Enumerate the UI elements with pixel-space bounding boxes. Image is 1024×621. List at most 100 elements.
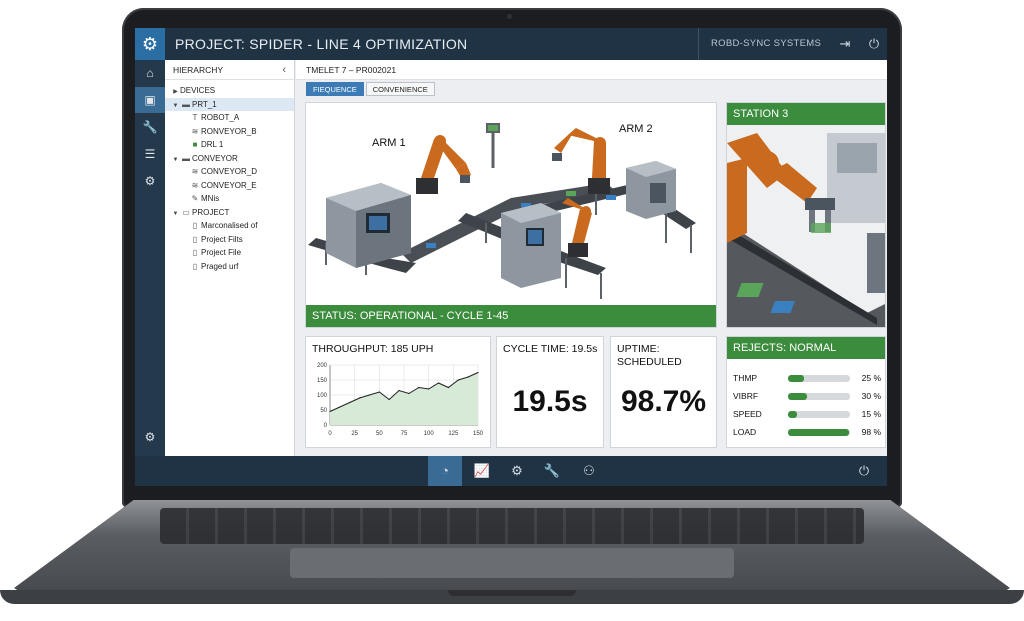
cycle-time-panel: CYCLE TIME: 19.5s 19.5s <box>496 336 604 448</box>
reject-name: VIBRF <box>733 391 759 401</box>
reject-bar <box>788 429 850 436</box>
screen: ⚙ PROJECT: SPIDER - LINE 4 OPTIMIZATION … <box>135 28 887 486</box>
reject-bar-fill <box>788 429 849 436</box>
tree-item-file[interactable]: ▯ Praged urf <box>165 260 294 274</box>
reject-value: 25 % <box>861 373 881 383</box>
team-icon[interactable]: ⚇ <box>572 456 606 486</box>
file-icon: ▯ <box>192 221 198 230</box>
tree-item-conveyor-d[interactable]: ≋ CONVEYOR_D <box>165 165 294 179</box>
tree-label: DEVICES <box>180 86 216 95</box>
reject-value: 98 % <box>861 427 881 437</box>
uptime-title-line2: SCHEDULED <box>617 356 682 368</box>
uptime-title: UPTIME: SCHEDULED <box>617 343 682 369</box>
tab-fiequence[interactable]: FIEQUENCE <box>306 82 364 96</box>
folder-icon: ▬ <box>182 99 190 109</box>
y-tick-label: 100 <box>317 393 328 399</box>
tree-label: CONVEYOR_D <box>201 167 258 176</box>
data-point <box>339 406 341 408</box>
left-icon-bar: ⌂ ▣ 🔧 ☰ ⚙ ⚙ <box>135 60 165 456</box>
reject-value: 15 % <box>861 409 881 419</box>
home-icon[interactable]: ⌂ <box>135 60 165 86</box>
data-point <box>447 386 449 389</box>
rejects-panel: REJECTS: NORMAL THMP 25 % VIBRF 30 % SPE… <box>726 336 886 448</box>
tree-item-drl1[interactable]: ■ DRL 1 <box>165 138 294 152</box>
y-tick-label: 150 <box>317 378 328 384</box>
tree-label: PRT_1 <box>192 99 217 109</box>
tree-item-mnis[interactable]: ✎ MNis <box>165 192 294 206</box>
main-area: TMELET 7 – PR002021 FIEQUENCE CONVENIENCE <box>296 60 887 456</box>
tree-item-file[interactable]: ▯ Marconalised of <box>165 219 294 233</box>
gear-icon[interactable]: ⚙ <box>135 28 165 60</box>
gauge-icon[interactable]: ◔ <box>428 456 462 486</box>
station-closeup-image <box>727 103 885 327</box>
reject-bar <box>788 375 850 382</box>
reject-name: SPEED <box>733 409 762 419</box>
tree-list: ▶ DEVICES ▼ ▬ PRT_1 T ROBOT_A ≋ RONVEYOR_B ■ D… <box>165 80 294 273</box>
data-point <box>359 397 361 399</box>
data-point <box>388 398 390 401</box>
reject-bar-fill <box>788 375 804 382</box>
list-icon[interactable]: ☰ <box>135 141 165 167</box>
data-point <box>428 388 430 390</box>
reject-row-load: LOAD 98 % <box>733 427 881 439</box>
machine-right <box>626 161 676 219</box>
uptime-panel: UPTIME: SCHEDULED 98.7% <box>610 336 717 448</box>
tree-item-prt1[interactable]: ▼ ▬ PRT_1 <box>165 97 294 111</box>
breadcrumb: TMELET 7 – PR002021 <box>296 60 887 80</box>
touchpad <box>290 548 734 578</box>
gear-icon[interactable]: ⚙ <box>500 456 534 486</box>
x-tick-label: 0 <box>328 431 332 437</box>
page-title: PROJECT: SPIDER - LINE 4 OPTIMIZATION <box>175 36 468 52</box>
file-icon: ▯ <box>192 234 198 244</box>
tree-label: Project Filts <box>201 234 243 244</box>
tree-item-conveyor-e[interactable]: ≋ CONVEYOR_E <box>165 179 294 193</box>
folder-icon: ▭ <box>182 207 190 217</box>
throughput-chart: 0 50 100 150 200 0 25 50 75 100 125 150 <box>317 363 484 437</box>
file-icon: ▯ <box>192 261 198 271</box>
drill-icon: ■ <box>192 140 198 149</box>
x-tick-label: 50 <box>376 431 383 437</box>
hierarchy-title: HIERARCHY <box>173 65 224 75</box>
bottom-toolbar: ◔ 📈 ⚙ 🔧 ⚇ ⏻ <box>135 456 887 486</box>
tree-item-ronveyor-b[interactable]: ≋ RONVEYOR_B <box>165 125 294 139</box>
title-bar: ⚙ PROJECT: SPIDER - LINE 4 OPTIMIZATION … <box>135 28 887 60</box>
conveyor-icon: ≋ <box>191 167 199 176</box>
data-point <box>457 379 459 381</box>
tab-convenience[interactable]: CONVENIENCE <box>365 82 435 96</box>
tree-label: MNis <box>201 194 220 203</box>
throughput-title: THROUGHPUT: 185 UPH <box>312 343 434 355</box>
tree-item-project[interactable]: ▼ ▭ PROJECT <box>165 206 294 220</box>
settings-icon[interactable]: ⚙ <box>135 168 165 194</box>
uptime-value: 98.7% <box>620 385 707 418</box>
machine-left <box>326 183 411 268</box>
tab-bar: FIEQUENCE CONVENIENCE <box>306 82 437 96</box>
settings-bottom-icon[interactable]: ⚙ <box>135 424 165 450</box>
export-icon[interactable]: ⇥ <box>832 28 858 60</box>
reject-bar <box>788 393 850 400</box>
wrench-icon[interactable]: 🔧 <box>135 114 165 140</box>
reject-value: 30 % <box>861 391 881 401</box>
power-icon[interactable]: ⏻ <box>847 456 881 486</box>
tree-item-file[interactable]: ▯ Project Filts <box>165 233 294 247</box>
dashboard-icon[interactable]: ▣ <box>135 87 165 113</box>
data-point <box>477 371 479 374</box>
arm-1-label: ARM 1 <box>372 137 406 149</box>
tree-label: DRL 1 <box>201 140 224 149</box>
tool-icon: ✎ <box>191 194 199 203</box>
tree-item-robot-a[interactable]: T ROBOT_A <box>165 111 294 125</box>
tree-label: Praged urf <box>201 261 239 271</box>
power-icon[interactable]: ⏻ <box>861 28 887 60</box>
tree-item-conveyor[interactable]: ▼ ▬ CONVEYOR <box>165 152 294 166</box>
reject-bar-fill <box>788 393 807 400</box>
station-panel: STATION 3 <box>726 102 886 328</box>
chevron-left-icon[interactable]: ‹ <box>282 60 286 80</box>
wrench-icon[interactable]: 🔧 <box>535 456 569 486</box>
cycle-time-title: CYCLE TIME: 19.5s <box>503 343 598 355</box>
laptop-notch <box>448 590 576 596</box>
hierarchy-panel: HIERARCHY ‹ ▶ DEVICES ▼ ▬ PRT_1 T ROBOT_A ≋ R… <box>165 60 295 456</box>
tree-item-file[interactable]: ▯ Project File <box>165 246 294 260</box>
cycle-time-value: 19.5s <box>512 385 588 418</box>
chart-icon[interactable]: 📈 <box>465 456 499 486</box>
data-point <box>368 394 371 396</box>
tree-item-devices[interactable]: ▶ DEVICES <box>165 84 294 98</box>
